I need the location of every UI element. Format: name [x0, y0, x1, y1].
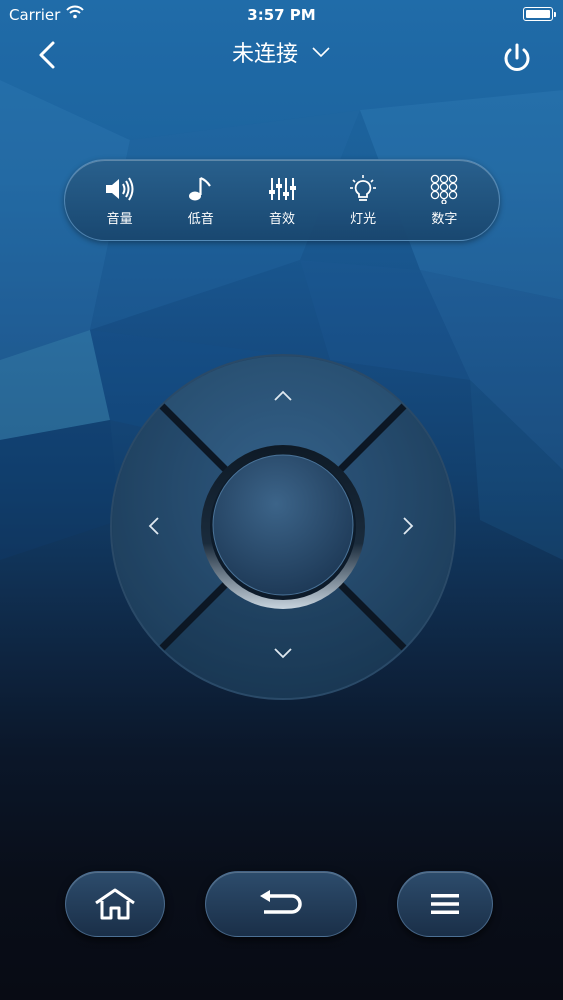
tool-sound-effect[interactable]: 音效: [247, 174, 317, 227]
return-button[interactable]: [205, 871, 357, 937]
light-bulb-icon: [350, 174, 377, 201]
tool-volume[interactable]: 音量: [85, 174, 155, 227]
chevron-down-icon: [312, 47, 330, 58]
tool-label: 音效: [268, 211, 295, 227]
directional-pad: [110, 354, 456, 700]
music-note-icon: [188, 176, 211, 200]
equalizer-icon: [268, 177, 296, 200]
tool-lighting[interactable]: 灯光: [328, 174, 398, 227]
tool-label: 灯光: [350, 211, 377, 227]
number-pad-icon: [431, 174, 458, 204]
connection-title: 未连接: [231, 42, 298, 67]
tool-label: 音量: [106, 211, 133, 227]
device-selector[interactable]: 未连接: [0, 36, 563, 68]
menu-button[interactable]: [397, 871, 493, 937]
return-icon: [260, 890, 302, 914]
home-button[interactable]: [65, 871, 165, 937]
speaker-icon: [105, 176, 134, 201]
tool-number-pad[interactable]: 数字: [409, 174, 479, 227]
ok-button[interactable]: [212, 454, 354, 596]
status-bar: Carrier 3:57 PM: [0, 0, 563, 30]
nav-bar: 未连接: [0, 30, 563, 80]
function-toolbar: 音量 低音 音效 灯光 数字: [64, 159, 500, 241]
tool-bass[interactable]: 低音: [166, 174, 236, 227]
battery-icon: [523, 7, 556, 21]
menu-icon: [431, 894, 459, 914]
home-icon: [95, 888, 135, 920]
status-time: 3:57 PM: [247, 6, 316, 24]
tool-label: 数字: [431, 211, 458, 227]
tool-label: 低音: [187, 211, 214, 227]
power-icon[interactable]: [499, 40, 535, 76]
